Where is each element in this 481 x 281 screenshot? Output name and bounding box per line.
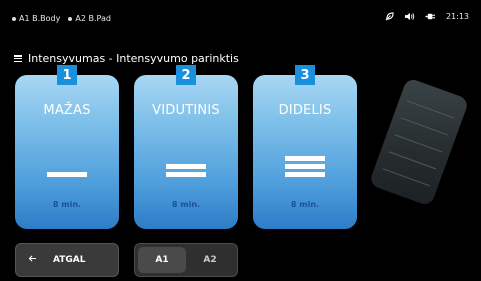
- status-bar: A1 B.Body A2 B.Pad 21:13: [0, 0, 481, 36]
- page-title-text: Intensyvumas - Intensyvumo parinktis: [28, 52, 239, 65]
- device-remote-image: [368, 77, 470, 207]
- card-number-badge: 1: [57, 65, 77, 85]
- status-item-a2: A2 B.Pad: [68, 14, 111, 23]
- card-label: DIDELIS: [278, 103, 332, 118]
- status-dot-icon: [12, 16, 16, 21]
- status-item-label: A2 B.Pad: [75, 14, 111, 23]
- intensity-bars-icon: [285, 156, 325, 177]
- card-number-badge: 2: [176, 65, 196, 85]
- volume-icon: [404, 12, 415, 21]
- intensity-card-high[interactable]: 3 DIDELIS 8 min.: [253, 65, 357, 229]
- back-button[interactable]: ATGAL: [15, 243, 119, 277]
- intensity-card-medium[interactable]: 2 VIDUTINIS 8 min.: [134, 65, 238, 229]
- intensity-bars-icon: [47, 172, 87, 177]
- leaf-icon: [385, 12, 394, 21]
- power-plug-icon: [425, 12, 436, 21]
- arrow-left-icon: [28, 255, 37, 265]
- intensity-bars-icon: [166, 164, 206, 177]
- status-item-a1: A1 B.Body: [12, 14, 60, 23]
- card-number-badge: 3: [295, 65, 315, 85]
- card-duration: 8 min.: [290, 200, 320, 209]
- clock-time: 21:13: [445, 12, 469, 21]
- menu-icon[interactable]: [14, 55, 22, 62]
- status-dot-icon: [68, 16, 73, 21]
- toggle-option-a2[interactable]: A2: [186, 247, 234, 273]
- card-duration: 8 min.: [52, 200, 82, 209]
- page-title: Intensyvumas - Intensyvumo parinktis: [14, 52, 239, 65]
- card-label: VIDUTINIS: [152, 103, 220, 118]
- zone-toggle[interactable]: A1 A2: [134, 243, 238, 277]
- status-item-label: A1 B.Body: [19, 14, 61, 23]
- back-button-label: ATGAL: [53, 255, 86, 265]
- intensity-card-low[interactable]: 1 MAŽAS 8 min.: [15, 65, 119, 229]
- card-duration: 8 min.: [171, 200, 201, 209]
- card-label: MAŽAS: [43, 103, 91, 118]
- toggle-option-a1[interactable]: A1: [138, 247, 186, 273]
